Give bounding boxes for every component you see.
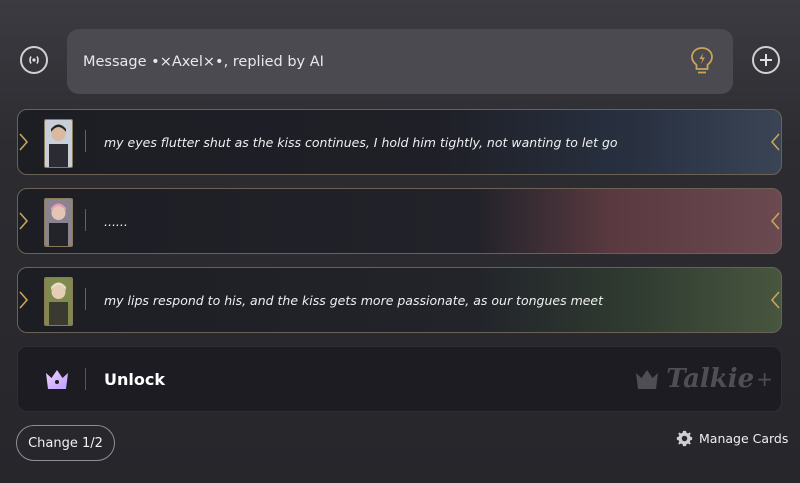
watermark-plus: + — [756, 367, 773, 391]
reply-card[interactable]: my eyes flutter shut as the kiss continu… — [17, 109, 782, 175]
chevron-right-icon — [19, 133, 29, 151]
unlock-card[interactable]: Unlock Talkie + — [17, 346, 782, 412]
divider — [85, 368, 86, 390]
manage-cards-button[interactable]: Manage Cards — [676, 430, 788, 447]
talkie-watermark: Talkie + — [634, 364, 773, 394]
reply-text: my lips respond to his, and the kiss get… — [104, 292, 604, 308]
crown-icon — [46, 370, 68, 389]
reply-card[interactable]: ...... — [17, 188, 782, 254]
add-button[interactable] — [752, 46, 780, 74]
chevron-left-icon — [770, 212, 780, 230]
chevron-right-icon — [19, 212, 29, 230]
chevron-left-icon — [770, 291, 780, 309]
message-input[interactable]: Message •×Axel×•, replied by AI — [67, 29, 733, 94]
lightbulb-icon[interactable] — [689, 46, 715, 76]
chevron-left-icon — [770, 133, 780, 151]
unlock-label: Unlock — [104, 369, 165, 389]
change-button[interactable]: Change 1/2 — [16, 425, 115, 461]
divider — [85, 130, 86, 152]
avatar — [44, 119, 73, 168]
chevron-right-icon — [19, 291, 29, 309]
watermark-text: Talkie — [666, 364, 755, 394]
voice-button[interactable] — [20, 46, 48, 74]
reply-text: ...... — [104, 213, 128, 229]
manage-cards-label: Manage Cards — [699, 431, 789, 446]
divider — [85, 288, 86, 310]
plus-circle-icon — [760, 54, 772, 66]
message-input-placeholder: Message •×Axel×•, replied by AI — [83, 53, 324, 70]
reply-text: my eyes flutter shut as the kiss continu… — [104, 134, 618, 150]
divider — [85, 209, 86, 231]
avatar — [44, 198, 73, 247]
reply-card[interactable]: my lips respond to his, and the kiss get… — [17, 267, 782, 333]
avatar — [44, 277, 73, 326]
voice-wave-icon — [29, 56, 39, 64]
gear-icon — [676, 430, 693, 447]
